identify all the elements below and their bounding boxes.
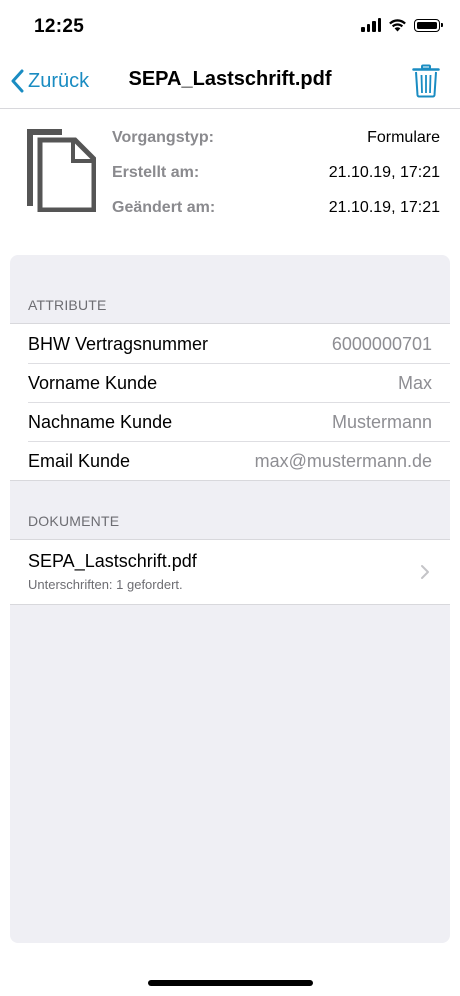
attribute-row: BHW Vertragsnummer 6000000701 (10, 324, 450, 363)
document-row[interactable]: SEPA_Lastschrift.pdf Unterschriften: 1 g… (10, 540, 450, 604)
wifi-icon (389, 19, 406, 32)
navigation-bar: Zurück SEPA_Lastschrift.pdf (0, 54, 460, 109)
section-header-attribute: ATTRIBUTE (28, 297, 107, 313)
details-panel: ATTRIBUTE BHW Vertragsnummer 6000000701 … (10, 255, 450, 943)
document-title: SEPA_Lastschrift.pdf (28, 551, 197, 571)
document-info: Vorgangstyp: Formulare Erstellt am: 21.1… (112, 126, 440, 231)
home-indicator[interactable] (148, 980, 313, 986)
attribute-row: Nachname Kunde Mustermann (10, 402, 450, 441)
attribute-row: Vorname Kunde Max (10, 363, 450, 402)
attribute-value: 6000000701 (331, 334, 432, 354)
cellular-signal-icon (361, 18, 381, 32)
chevron-right-icon (421, 565, 429, 579)
back-button-label: Zurück (28, 69, 90, 92)
attribute-value: max@mustermann.de (254, 451, 432, 471)
info-row-vorgangstyp: Vorgangstyp: Formulare (112, 126, 440, 161)
info-label: Geändert am: (112, 199, 216, 216)
document-subtitle: Unterschriften: 1 gefordert. (28, 577, 183, 592)
info-row-geaendert: Geändert am: 21.10.19, 17:21 (112, 196, 440, 231)
info-label: Vorgangstyp: (112, 129, 214, 146)
chevron-left-icon (11, 69, 24, 93)
status-bar: 12:25 (0, 0, 460, 54)
attribute-row: Email Kunde max@mustermann.de (10, 441, 450, 480)
attribute-value: Max (397, 373, 432, 393)
attribute-label: Email Kunde (28, 451, 131, 471)
status-icons (361, 18, 443, 32)
battery-icon (414, 18, 443, 32)
attribute-value: Mustermann (331, 412, 432, 432)
section-header-dokumente: DOKUMENTE (28, 513, 120, 529)
attribute-label: Nachname Kunde (28, 412, 173, 432)
trash-icon[interactable] (412, 64, 440, 98)
attribute-label: Vorname Kunde (28, 373, 158, 393)
info-value: Formulare (367, 129, 440, 146)
info-row-erstellt: Erstellt am: 21.10.19, 17:21 (112, 161, 440, 196)
back-button[interactable]: Zurück (10, 66, 89, 96)
document-list: SEPA_Lastschrift.pdf Unterschriften: 1 g… (10, 539, 450, 605)
info-value: 21.10.19, 17:21 (328, 199, 440, 216)
attribute-label: BHW Vertragsnummer (28, 334, 209, 354)
info-value: 21.10.19, 17:21 (328, 164, 440, 181)
document-stack-icon (27, 129, 96, 212)
attribute-list: BHW Vertragsnummer 6000000701 Vorname Ku… (10, 323, 450, 481)
info-label: Erstellt am: (112, 164, 200, 181)
status-time: 12:25 (34, 16, 85, 37)
